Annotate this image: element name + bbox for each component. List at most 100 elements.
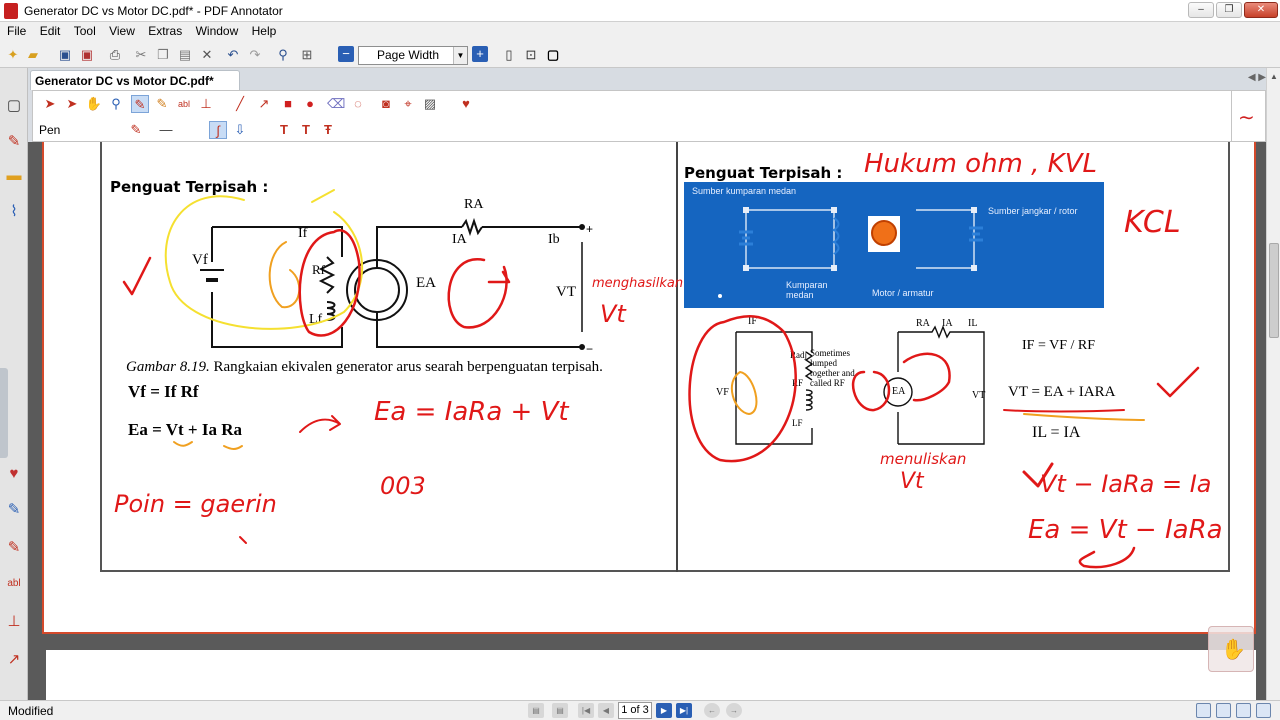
cut-icon[interactable]: ✂	[132, 46, 150, 64]
rectangle-icon[interactable]: ■	[279, 95, 297, 113]
textbox-icon[interactable]: abl	[175, 95, 193, 113]
open-folder-icon[interactable]: ▰	[24, 46, 42, 64]
menu-window[interactable]: Window	[193, 22, 242, 40]
redo-icon[interactable]: ↷	[246, 46, 264, 64]
ink-text-ea-minus: Ea = Vt − IaRa	[1028, 515, 1223, 545]
copy-icon[interactable]: ❐	[154, 46, 172, 64]
paste-icon[interactable]: ▤	[176, 46, 194, 64]
favorites-heart-icon[interactable]: ♥	[457, 95, 475, 113]
minimize-button[interactable]: –	[1188, 2, 1214, 18]
arrow-line-icon[interactable]: ↗	[255, 95, 273, 113]
print-icon[interactable]: ⎙	[106, 46, 124, 64]
menu-view[interactable]: View	[106, 22, 138, 40]
highlighter-tool-icon[interactable]: ✎	[153, 95, 171, 113]
zoom-in-icon[interactable]: +	[472, 46, 488, 62]
smooth-stroke-icon[interactable]: ∫	[209, 121, 227, 139]
page-indicator[interactable]: 1 of 3	[618, 702, 652, 719]
camera-icon[interactable]: ◙	[377, 95, 395, 113]
highlighter-icon[interactable]: ✎	[4, 538, 24, 558]
save-icon[interactable]: ▣	[56, 46, 74, 64]
previous-page-button[interactable]: ◀	[598, 703, 614, 718]
status-bar: Modified ▤ ▤ |◀ ◀ 1 of 3 ▶ ▶| ← →	[0, 700, 1280, 720]
ink-text-hukum-ohm: Hukum ohm , KVL	[864, 149, 1097, 179]
first-page-button[interactable]: |◀	[578, 703, 594, 718]
pen-active-icon[interactable]: ✎	[131, 95, 149, 113]
document-canvas: Penguat Terpisah : Vf If Rf Lf RA IA Ib …	[28, 142, 1266, 700]
ellipse-icon[interactable]: ●	[301, 95, 319, 113]
ink-text-menuliskan: menuliskan	[880, 450, 966, 468]
new-document-icon[interactable]: ✦	[4, 46, 22, 64]
paperclip-icon[interactable]: ⌇	[4, 202, 24, 222]
zoom-out-icon[interactable]: −	[338, 46, 354, 62]
vertical-scrollbar[interactable]: ▲	[1266, 68, 1280, 700]
tab-generator-dc-vs-motor-dc[interactable]: Generator DC vs Motor DC.pdf*	[30, 70, 240, 90]
next-page-button[interactable]: ▶	[656, 703, 672, 718]
pdf-page[interactable]: Penguat Terpisah : Vf If Rf Lf RA IA Ib …	[42, 142, 1256, 634]
pen-stroke-preview-icon: ∼	[1238, 107, 1255, 129]
menu-extras[interactable]: Extras	[145, 22, 185, 40]
line-icon[interactable]: ╱	[231, 95, 249, 113]
ink-annotations: menghasilkan Vt Ea = IaRa + Vt Poin = ga…	[114, 149, 1223, 569]
scroll-up-icon[interactable]: ▲	[1270, 72, 1278, 81]
stamp-tool-icon[interactable]: ⊥	[197, 95, 215, 113]
next-pdf-page[interactable]	[46, 650, 1256, 700]
marker-icon[interactable]: ✎	[4, 132, 24, 152]
hand-tool-icon[interactable]: ✋	[85, 95, 103, 113]
stamp-icon[interactable]: ⊥	[4, 612, 24, 632]
ink-text-vt-minus: Vt − IaRa = Ia	[1040, 470, 1212, 498]
next-highlight-icon[interactable]: ▤	[552, 703, 568, 718]
pen-color-icon[interactable]: ✎	[127, 121, 145, 139]
two-page-layout-icon[interactable]	[1236, 703, 1251, 718]
straighten-icon[interactable]: ⇩	[231, 121, 249, 139]
select-arrow-icon[interactable]: ➤	[41, 95, 59, 113]
menu-file[interactable]: File	[4, 22, 29, 40]
ink-text-menghasilkan: menghasilkan	[592, 276, 683, 291]
lasso-icon[interactable]: ◌	[349, 95, 367, 113]
single-page-view-icon[interactable]: ▯	[500, 46, 518, 64]
zoom-select[interactable]: Page Width ▼	[358, 46, 468, 65]
text-underline-icon[interactable]: T	[297, 121, 315, 139]
find-icon[interactable]: ⚲	[274, 46, 292, 64]
insert-image-icon[interactable]: ▨	[421, 95, 439, 113]
menu-tool[interactable]: Tool	[71, 22, 99, 40]
continuous-layout-icon[interactable]	[1216, 703, 1231, 718]
ink-text-poin: Poin = gaerin	[114, 490, 277, 518]
restore-button[interactable]: ❐	[1216, 2, 1242, 18]
text-label-icon[interactable]: abl	[4, 574, 24, 594]
close-button[interactable]: ✕	[1244, 2, 1278, 18]
line-width-icon[interactable]: —	[157, 121, 175, 139]
delete-icon[interactable]: ✕	[198, 46, 216, 64]
main-toolbar: ✦ ▰ ▣ ▣ ⎙ ✂ ❐ ▤ ✕ ↶ ↷ ⚲ ⊞ − Page Width ▼…	[0, 42, 1280, 68]
single-page-layout-icon[interactable]	[1196, 703, 1211, 718]
text-strike-icon[interactable]: Ŧ	[319, 121, 337, 139]
ink-text-kcl: KCL	[1124, 205, 1181, 240]
sidebar-resize-grip[interactable]	[0, 368, 8, 458]
magnifier-icon[interactable]: ⚲	[107, 95, 125, 113]
page-thumbnail-icon[interactable]: ▢	[4, 96, 24, 116]
eraser-icon[interactable]: ⌫	[327, 95, 345, 113]
scrollbar-thumb[interactable]	[1269, 243, 1279, 338]
select-text-icon[interactable]: ➤	[63, 95, 81, 113]
undo-icon[interactable]: ↶	[224, 46, 242, 64]
menu-help[interactable]: Help	[249, 22, 280, 40]
pen-tool-icon[interactable]: ✎	[4, 500, 24, 520]
fit-options-icon[interactable]: ⊞	[298, 46, 316, 64]
forward-icon[interactable]: →	[726, 703, 742, 718]
back-icon[interactable]: ←	[704, 703, 720, 718]
tab-scroll-icon[interactable]: ◀ ▶	[1248, 72, 1266, 83]
fit-width-view-icon[interactable]: ⊡	[522, 46, 540, 64]
note-icon[interactable]: ▬	[4, 166, 24, 186]
right-pen-preview[interactable]: ∼	[1231, 90, 1266, 142]
status-text: Modified	[8, 704, 54, 718]
full-screen-icon[interactable]: ▢	[544, 46, 562, 64]
save-as-icon[interactable]: ▣	[78, 46, 96, 64]
last-page-button[interactable]: ▶|	[676, 703, 692, 718]
floating-hand-button[interactable]: ✋	[1208, 626, 1254, 672]
arrow-tool-icon[interactable]: ↗	[4, 650, 24, 670]
prev-highlight-icon[interactable]: ▤	[528, 703, 544, 718]
text-tool-icon[interactable]: T	[275, 121, 293, 139]
favorite-heart-icon[interactable]: ♥	[4, 464, 24, 484]
crosshair-icon[interactable]: ⌖	[399, 95, 417, 113]
menu-edit[interactable]: Edit	[37, 22, 64, 40]
two-page-continuous-layout-icon[interactable]	[1256, 703, 1271, 718]
